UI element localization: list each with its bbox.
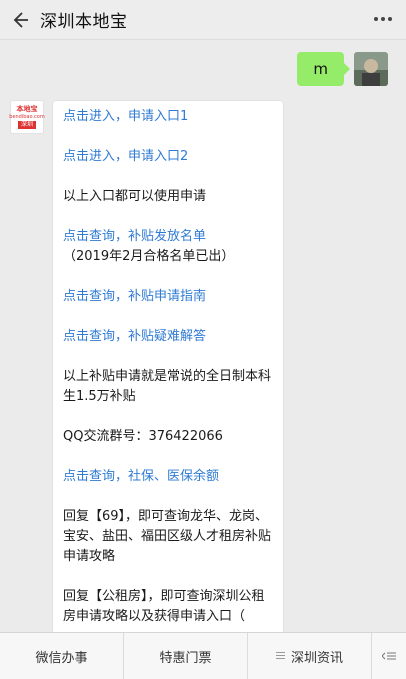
menu-item-label: 深圳资讯 bbox=[290, 650, 343, 666]
menu-item-discount-tickets[interactable]: 特惠门票 bbox=[124, 633, 248, 679]
chat-title: 深圳本地宝 bbox=[40, 12, 128, 32]
message-text: 回复【69】，即可查询龙华、龙岗、宝安、盐田、福田区级人才租房补贴申请攻略 bbox=[63, 509, 272, 564]
submenu-list-icon bbox=[275, 649, 285, 663]
top-bar: 深圳本地宝 bbox=[0, 0, 406, 40]
link-subsidy-guide[interactable]: 点击查询，补贴申请指南 bbox=[63, 287, 273, 307]
back-arrow-icon bbox=[13, 11, 28, 28]
user-avatar-image bbox=[354, 52, 388, 86]
menu-item-wechat-service[interactable]: 微信办事 bbox=[0, 633, 124, 679]
link-subsidy-list[interactable]: 点击查询，补贴发放名单 bbox=[63, 227, 273, 247]
user-avatar[interactable] bbox=[354, 52, 388, 86]
bot-message-bubble: 点击进入，申请入口1 点击进入，申请入口2 以上入口都可以使用申请 点击查询，补… bbox=[52, 100, 284, 660]
bot-avatar-domain: bendibao.com bbox=[9, 114, 45, 120]
link-apply-entry-1[interactable]: 点击进入，申请入口1 bbox=[63, 107, 273, 127]
keyboard-switch-button[interactable] bbox=[372, 633, 406, 679]
bot-avatar[interactable]: 本地宝 bendibao.com 深圳 bbox=[9, 100, 45, 134]
message-text: 以上补贴申请就是常说的全日制本科生1.5万补贴 bbox=[63, 369, 272, 404]
bottom-menu-bar: 微信办事 特惠门票 深圳资讯 bbox=[0, 632, 406, 679]
message-block: 点击查询，补贴发放名单 （2019年2月合格名单已出） bbox=[63, 227, 273, 267]
menu-item-label: 特惠门票 bbox=[159, 650, 212, 666]
message-note: （2019年2月合格名单已出） bbox=[63, 249, 235, 264]
switch-to-keyboard-icon bbox=[382, 652, 396, 660]
menu-item-label: 微信办事 bbox=[35, 650, 88, 666]
user-message-bubble[interactable]: m bbox=[297, 52, 350, 86]
menu-item-shenzhen-news[interactable]: 深圳资讯 bbox=[248, 633, 372, 679]
message-qq-group: QQ交流群号：376422066 bbox=[63, 429, 223, 444]
link-apply-entry-2[interactable]: 点击进入，申请入口2 bbox=[63, 147, 273, 167]
user-message-row: m bbox=[297, 52, 388, 86]
message-text: 回复【公租房】，即可查询深圳公租房申请攻略以及获得申请入口（ bbox=[63, 589, 265, 624]
bot-avatar-logo-text: 本地宝 bbox=[16, 105, 38, 113]
link-subsidy-faq[interactable]: 点击查询，补贴疑难解答 bbox=[63, 327, 273, 347]
more-options-button[interactable] bbox=[370, 8, 396, 30]
bot-avatar-city: 深圳 bbox=[17, 121, 36, 129]
more-dots-icon bbox=[374, 17, 392, 21]
message-text: 以上入口都可以使用申请 bbox=[63, 189, 207, 204]
back-button[interactable] bbox=[0, 0, 40, 40]
link-social-security-balance[interactable]: 点击查询，社保、医保余额 bbox=[63, 467, 273, 487]
